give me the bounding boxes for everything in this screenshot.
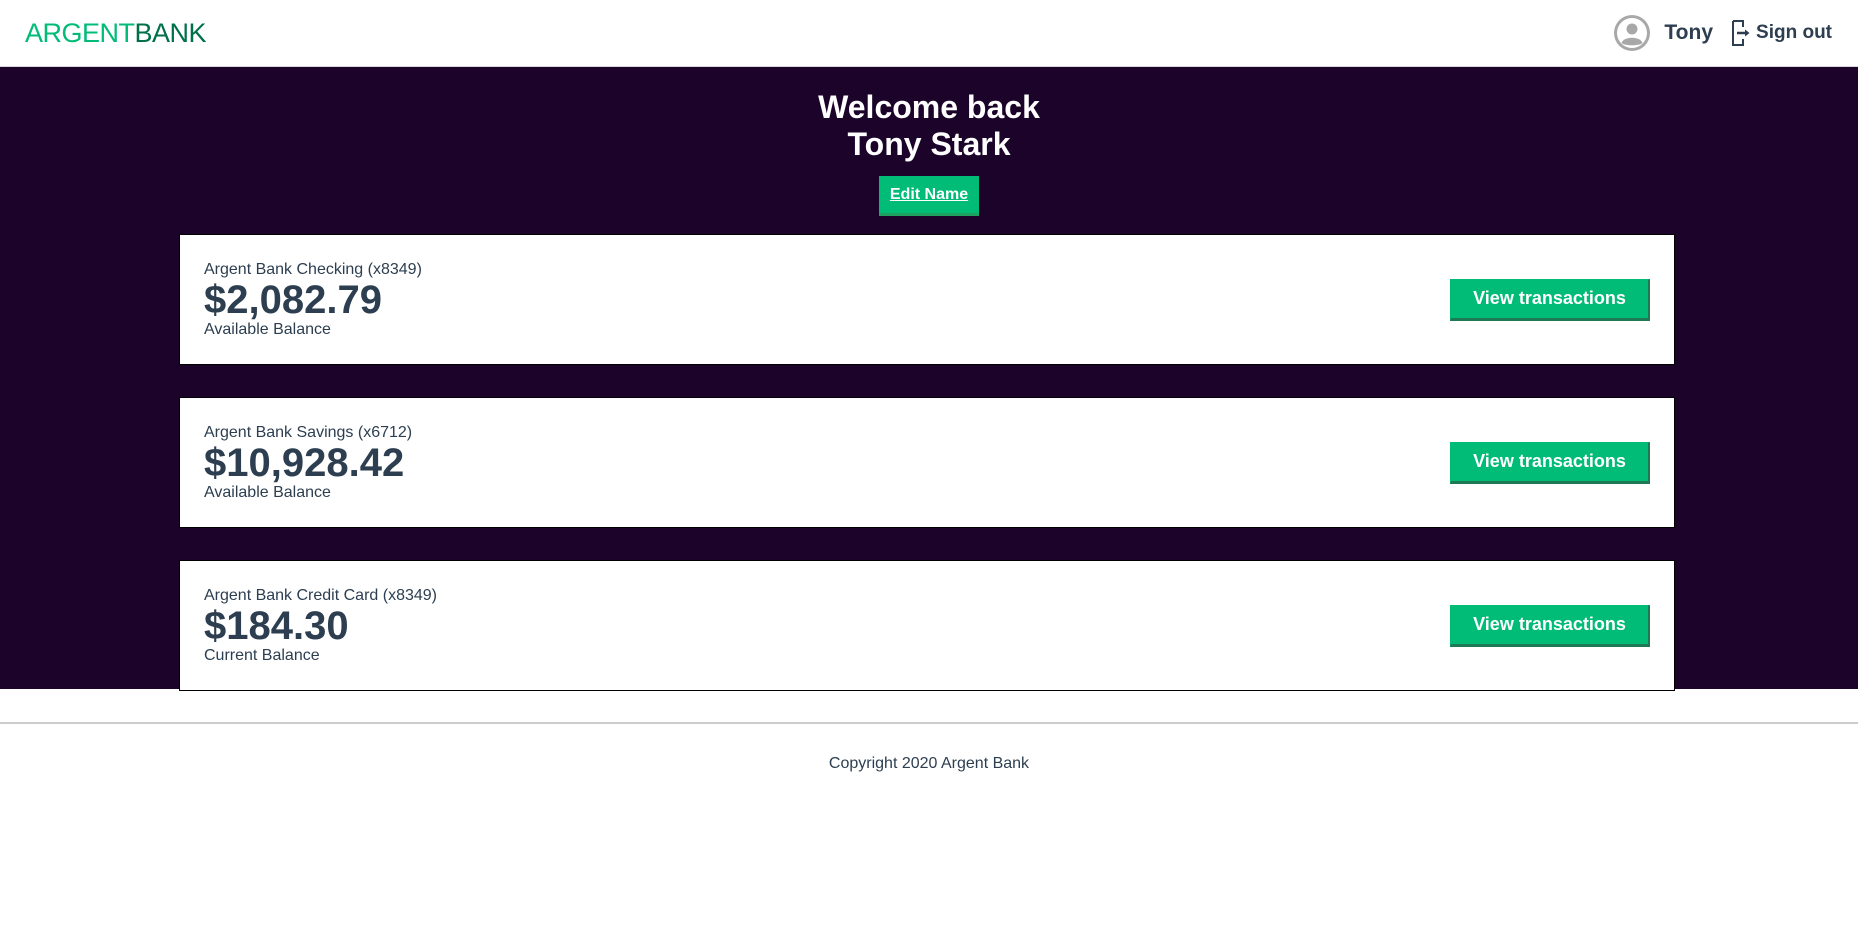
logo-text-argent: ARGENT (25, 17, 135, 48)
logo-link[interactable]: ARGENT BANK (25, 17, 207, 48)
edit-name-button[interactable]: Edit Name (878, 176, 980, 216)
nav-right: Tony Sign out (1614, 15, 1832, 51)
sign-out-link[interactable]: Sign out (1731, 20, 1832, 46)
footer: Copyright 2020 Argent Bank (0, 722, 1858, 773)
account-description: Current Balance (204, 646, 320, 664)
account-description: Available Balance (204, 320, 331, 338)
account-title: Argent Bank Checking (x8349) (204, 260, 422, 278)
user-profile-link[interactable]: Tony (1614, 15, 1713, 51)
main-nav: ARGENT BANK Tony Sign out (0, 0, 1858, 66)
sign-out-icon (1731, 20, 1751, 46)
account-content: Argent Bank Credit Card (x8349) $184.30 … (204, 587, 437, 665)
user-circle-icon (1614, 15, 1651, 51)
account-description: Available Balance (204, 483, 331, 501)
copyright-text: Copyright 2020 Argent Bank (828, 755, 1030, 772)
welcome-header: Welcome back Tony Stark Edit Name (0, 67, 1858, 216)
account-content: Argent Bank Checking (x8349) $2,082.79 A… (204, 261, 422, 339)
account-title: Argent Bank Credit Card (x8349) (204, 586, 437, 604)
view-transactions-button[interactable]: View transactions (1450, 604, 1650, 647)
sign-out-label: Sign out (1756, 22, 1832, 43)
account-amount: $2,082.79 (204, 277, 382, 322)
page-title: Welcome back Tony Stark (0, 89, 1858, 163)
user-full-name: Tony Stark (847, 126, 1011, 162)
welcome-line: Welcome back (818, 89, 1040, 125)
account-card-checking: Argent Bank Checking (x8349) $2,082.79 A… (179, 234, 1675, 365)
account-card-savings: Argent Bank Savings (x6712) $10,928.42 A… (179, 397, 1675, 528)
account-card-credit: Argent Bank Credit Card (x8349) $184.30 … (179, 560, 1675, 691)
account-title: Argent Bank Savings (x6712) (204, 423, 413, 441)
user-name: Tony (1664, 21, 1714, 44)
main-content: Welcome back Tony Stark Edit Name Argent… (0, 66, 1858, 691)
logo-text-bank: BANK (134, 17, 207, 48)
account-amount: $10,928.42 (204, 440, 405, 485)
view-transactions-button[interactable]: View transactions (1450, 278, 1650, 321)
account-content: Argent Bank Savings (x6712) $10,928.42 A… (204, 424, 412, 502)
account-amount: $184.30 (204, 603, 349, 648)
view-transactions-button[interactable]: View transactions (1450, 441, 1650, 484)
